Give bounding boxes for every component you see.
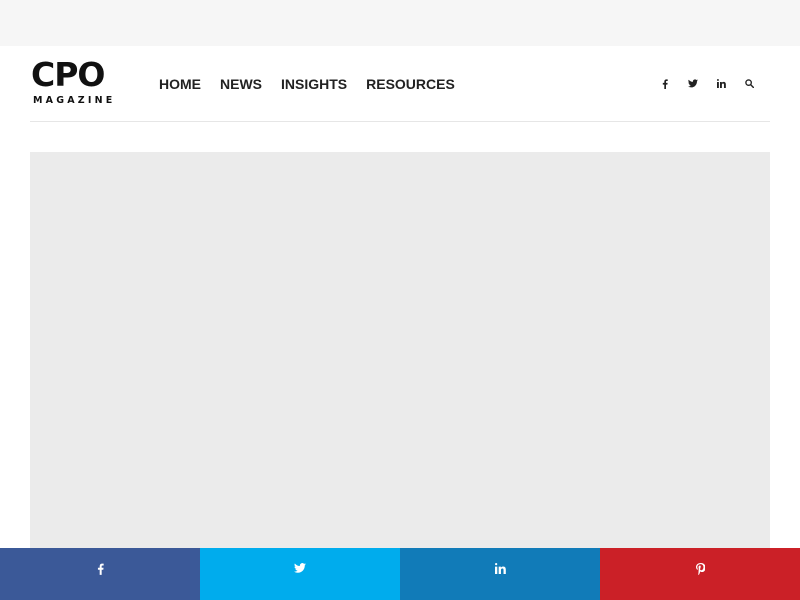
logo-main-text: CPO (31, 55, 105, 94)
pinterest-icon (695, 563, 705, 575)
nav-item-insights[interactable]: INSIGHTS (281, 76, 347, 92)
main-nav: HOME NEWS INSIGHTS RESOURCES (159, 46, 455, 121)
nav-item-resources[interactable]: RESOURCES (366, 76, 455, 92)
linkedin-icon[interactable] (714, 77, 728, 91)
facebook-icon[interactable] (658, 77, 672, 91)
share-facebook-button[interactable] (0, 548, 200, 600)
twitter-icon (294, 563, 306, 573)
share-pinterest-button[interactable] (600, 548, 800, 600)
site-logo[interactable]: CPO MAGAZINE (31, 57, 121, 107)
linkedin-icon (494, 563, 506, 574)
nav-item-news[interactable]: NEWS (220, 76, 262, 92)
top-ad-strip (0, 0, 800, 46)
search-icon[interactable] (742, 77, 756, 91)
site-header: CPO MAGAZINE HOME NEWS INSIGHTS RESOURCE… (30, 46, 770, 122)
logo-sub-text: MAGAZINE (33, 95, 116, 106)
facebook-icon (97, 563, 104, 575)
featured-image-placeholder (30, 152, 770, 548)
nav-item-home[interactable]: HOME (159, 76, 201, 92)
share-linkedin-button[interactable] (400, 548, 600, 600)
twitter-icon[interactable] (686, 77, 700, 91)
header-social-icons (658, 46, 756, 121)
share-twitter-button[interactable] (200, 548, 400, 600)
share-bar (0, 548, 800, 600)
